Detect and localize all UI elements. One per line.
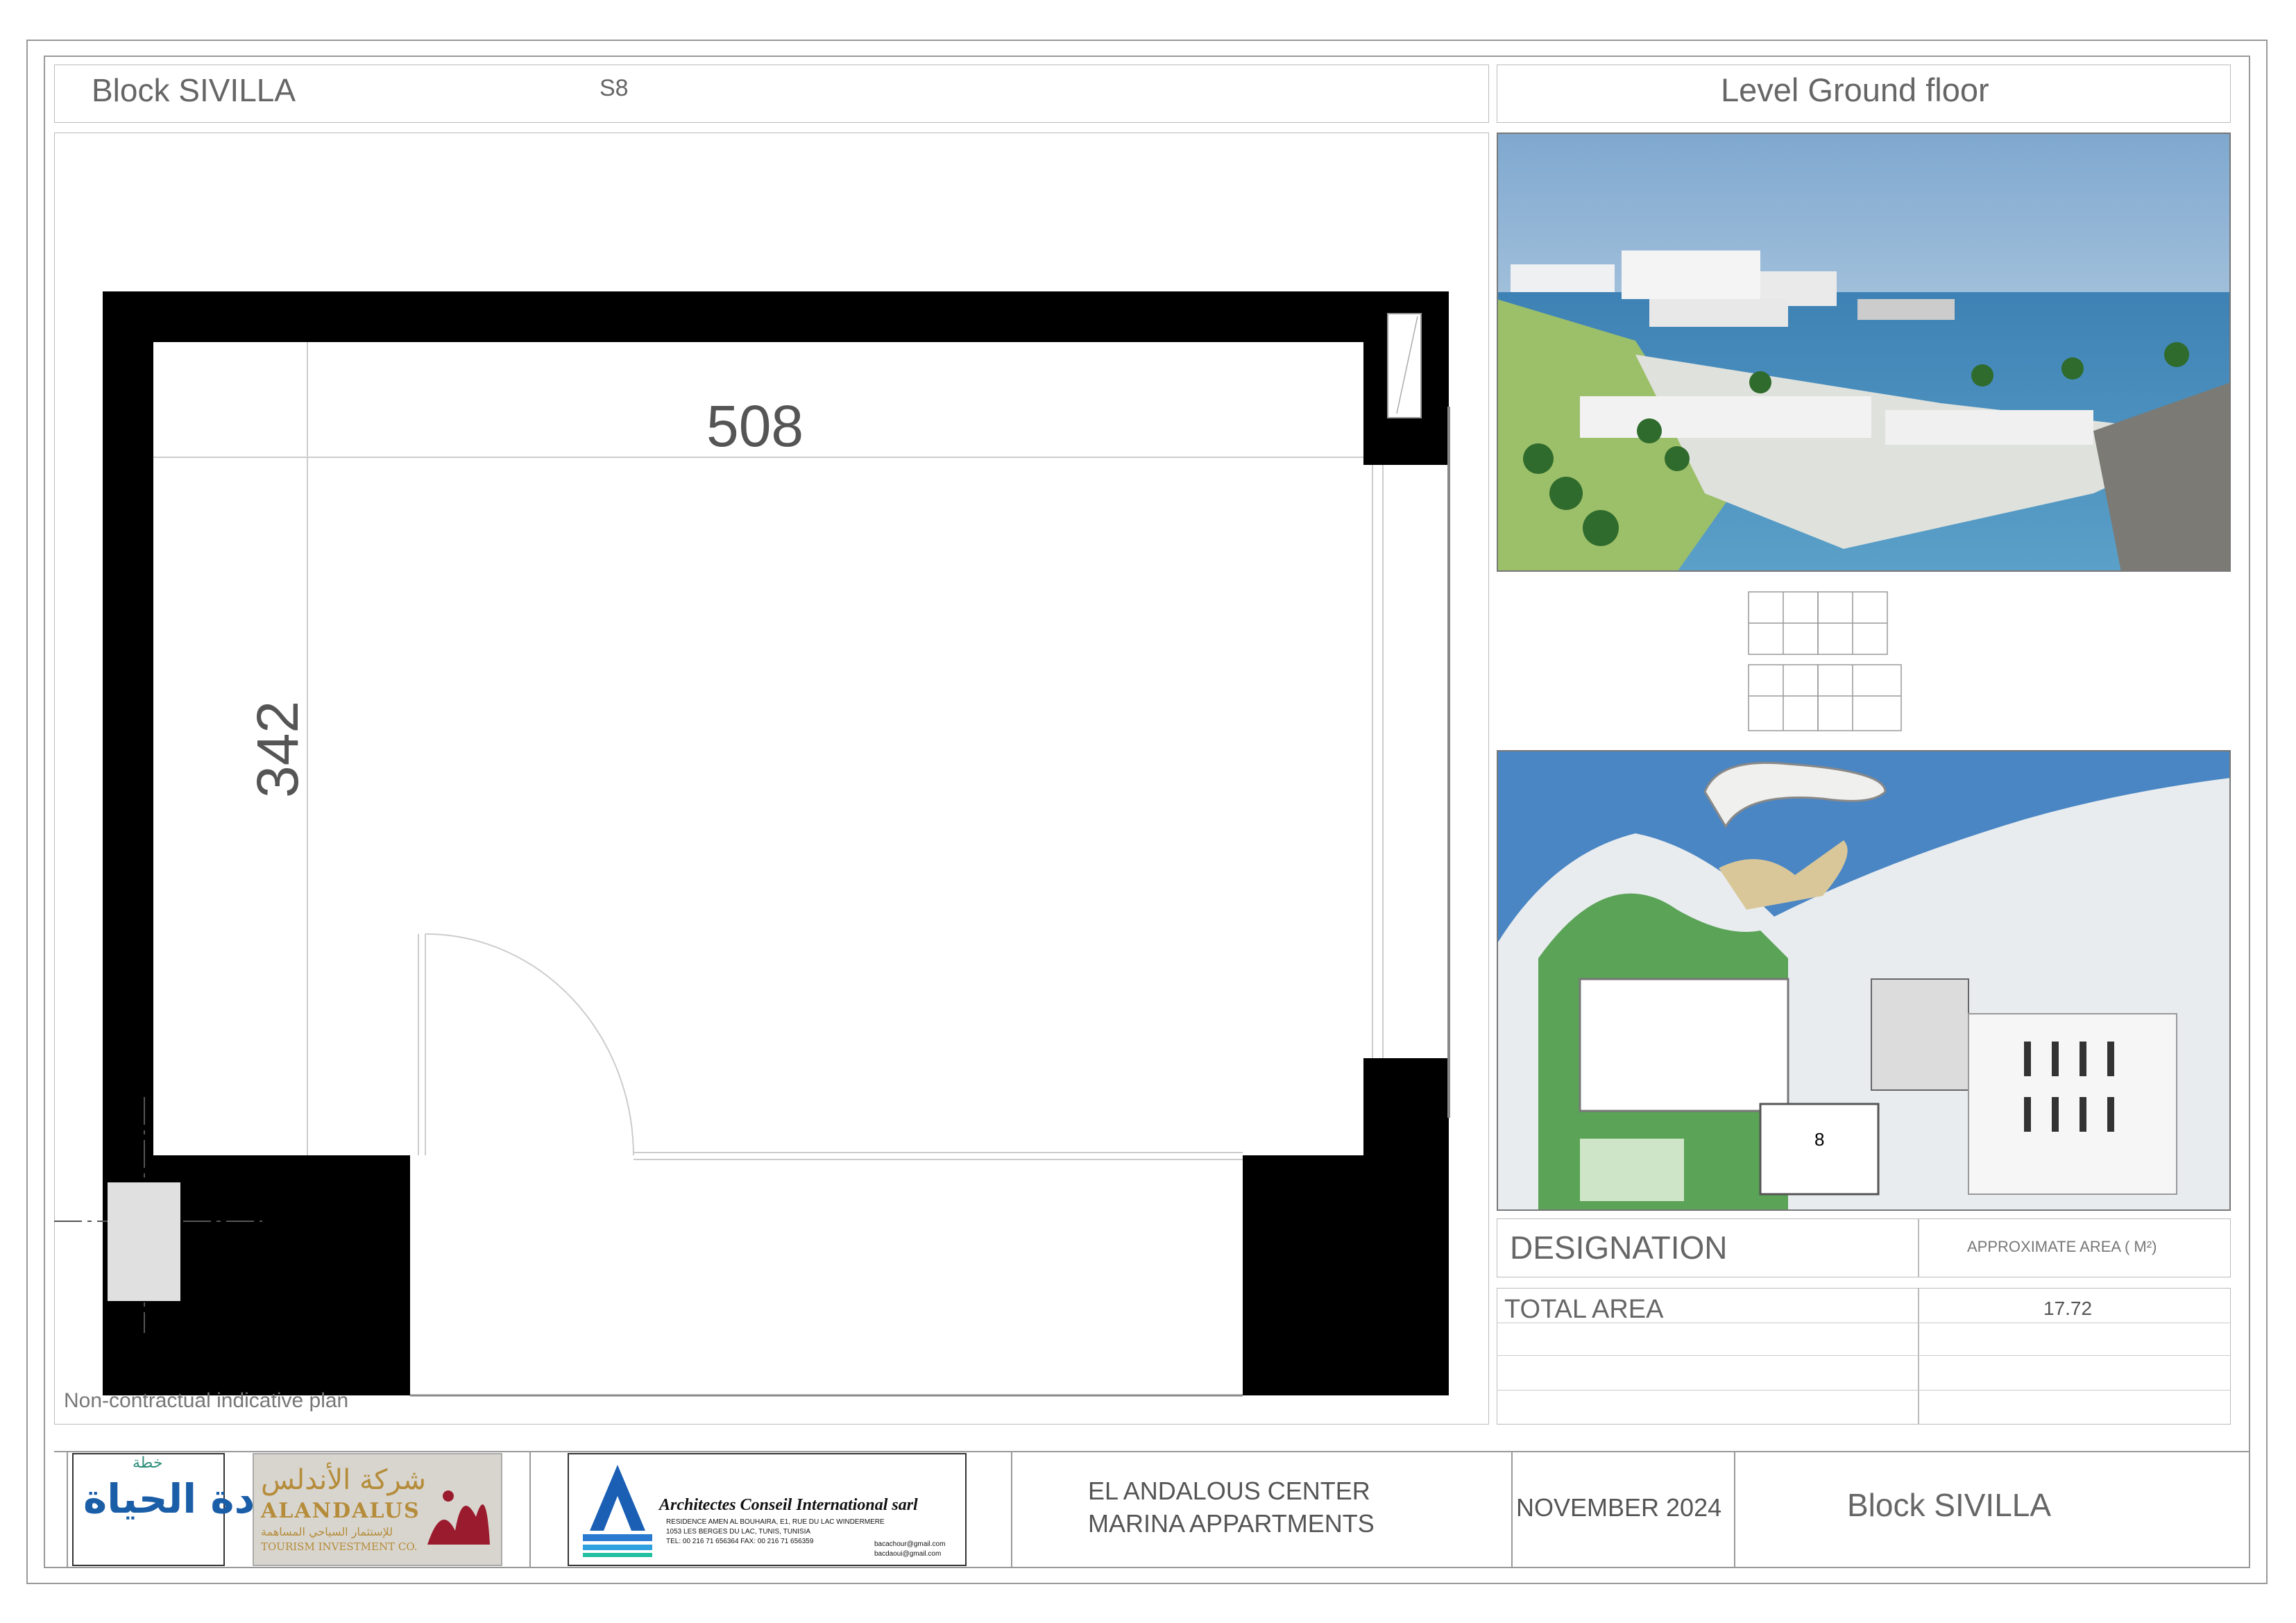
table-row-divider bbox=[1497, 1390, 2231, 1391]
logo3-name: Architectes Conseil International sarl bbox=[659, 1496, 918, 1514]
site-plan-frame bbox=[1497, 750, 2231, 1211]
aci-architects-logo: Architectes Conseil International sarl R… bbox=[568, 1453, 967, 1566]
awdat-al-hayat-logo: خطة عودة الحياة bbox=[72, 1453, 307, 1566]
logo2-sub-arabic: للإستثمار السياحي المساهمة bbox=[261, 1525, 393, 1538]
footer-date: NOVEMBER 2024 bbox=[1516, 1493, 1722, 1522]
area-header: APPROXIMATE AREA ( M²) bbox=[1967, 1238, 2157, 1255]
rendering-frame bbox=[1497, 133, 2231, 572]
project-name-line2: MARINA APPARTMENTS bbox=[1088, 1509, 1375, 1538]
total-area-label: TOTAL AREA bbox=[1504, 1295, 1664, 1324]
wall-right-lower bbox=[1363, 1058, 1449, 1395]
footer-divider bbox=[67, 1451, 68, 1568]
footer-block: Block SIVILLA bbox=[1847, 1487, 2052, 1523]
footer-divider bbox=[529, 1451, 531, 1568]
logo3-email2: bacdaoui@gmail.com bbox=[874, 1550, 942, 1558]
aci-emblem-icon bbox=[583, 1465, 652, 1557]
designation-header: DESIGNATION bbox=[1510, 1230, 1728, 1266]
logo2-arabic: شركة الأندلس bbox=[261, 1464, 427, 1496]
logo1-small-text: خطة bbox=[133, 1454, 163, 1472]
alandalus-emblem-icon bbox=[427, 1490, 490, 1545]
level-title: Level Ground floor bbox=[1721, 71, 1989, 108]
floor-plan-thumbnail bbox=[1748, 591, 1902, 731]
logo3-tel: TEL: 00 216 71 656364 FAX: 00 216 71 656… bbox=[666, 1538, 814, 1545]
logo3-address1: RESIDENCE AMEN AL BOUHAIRA, E1, RUE DU L… bbox=[666, 1518, 885, 1526]
logo2-sub: TOURISM INVESTMENT CO. bbox=[261, 1540, 418, 1553]
logo3-email1: bacachour@gmail.com bbox=[874, 1540, 946, 1548]
logo3-address2: 1053 LES BERGES DU LAC, TUNIS, TUNISIA bbox=[666, 1528, 811, 1536]
logo2-name: ALANDALUS bbox=[261, 1499, 420, 1523]
footer-divider bbox=[1511, 1451, 1513, 1568]
block-title: Block SIVILLA bbox=[92, 72, 296, 108]
table-row-divider bbox=[1497, 1355, 2231, 1356]
wall-top bbox=[103, 291, 1449, 342]
project-name-line1: EL ANDALOUS CENTER bbox=[1088, 1477, 1370, 1505]
dimension-height: 342 bbox=[245, 700, 310, 798]
alandalus-logo: شركة الأندلس ALANDALUS للإستثمار السياحي… bbox=[253, 1453, 502, 1566]
dimension-width: 508 bbox=[706, 393, 804, 459]
footer-divider bbox=[1734, 1451, 1735, 1568]
plan-note: Non-contractual indicative plan bbox=[64, 1389, 349, 1412]
total-area-value: 17.72 bbox=[2043, 1298, 2093, 1319]
unit-code: S8 bbox=[599, 75, 629, 101]
